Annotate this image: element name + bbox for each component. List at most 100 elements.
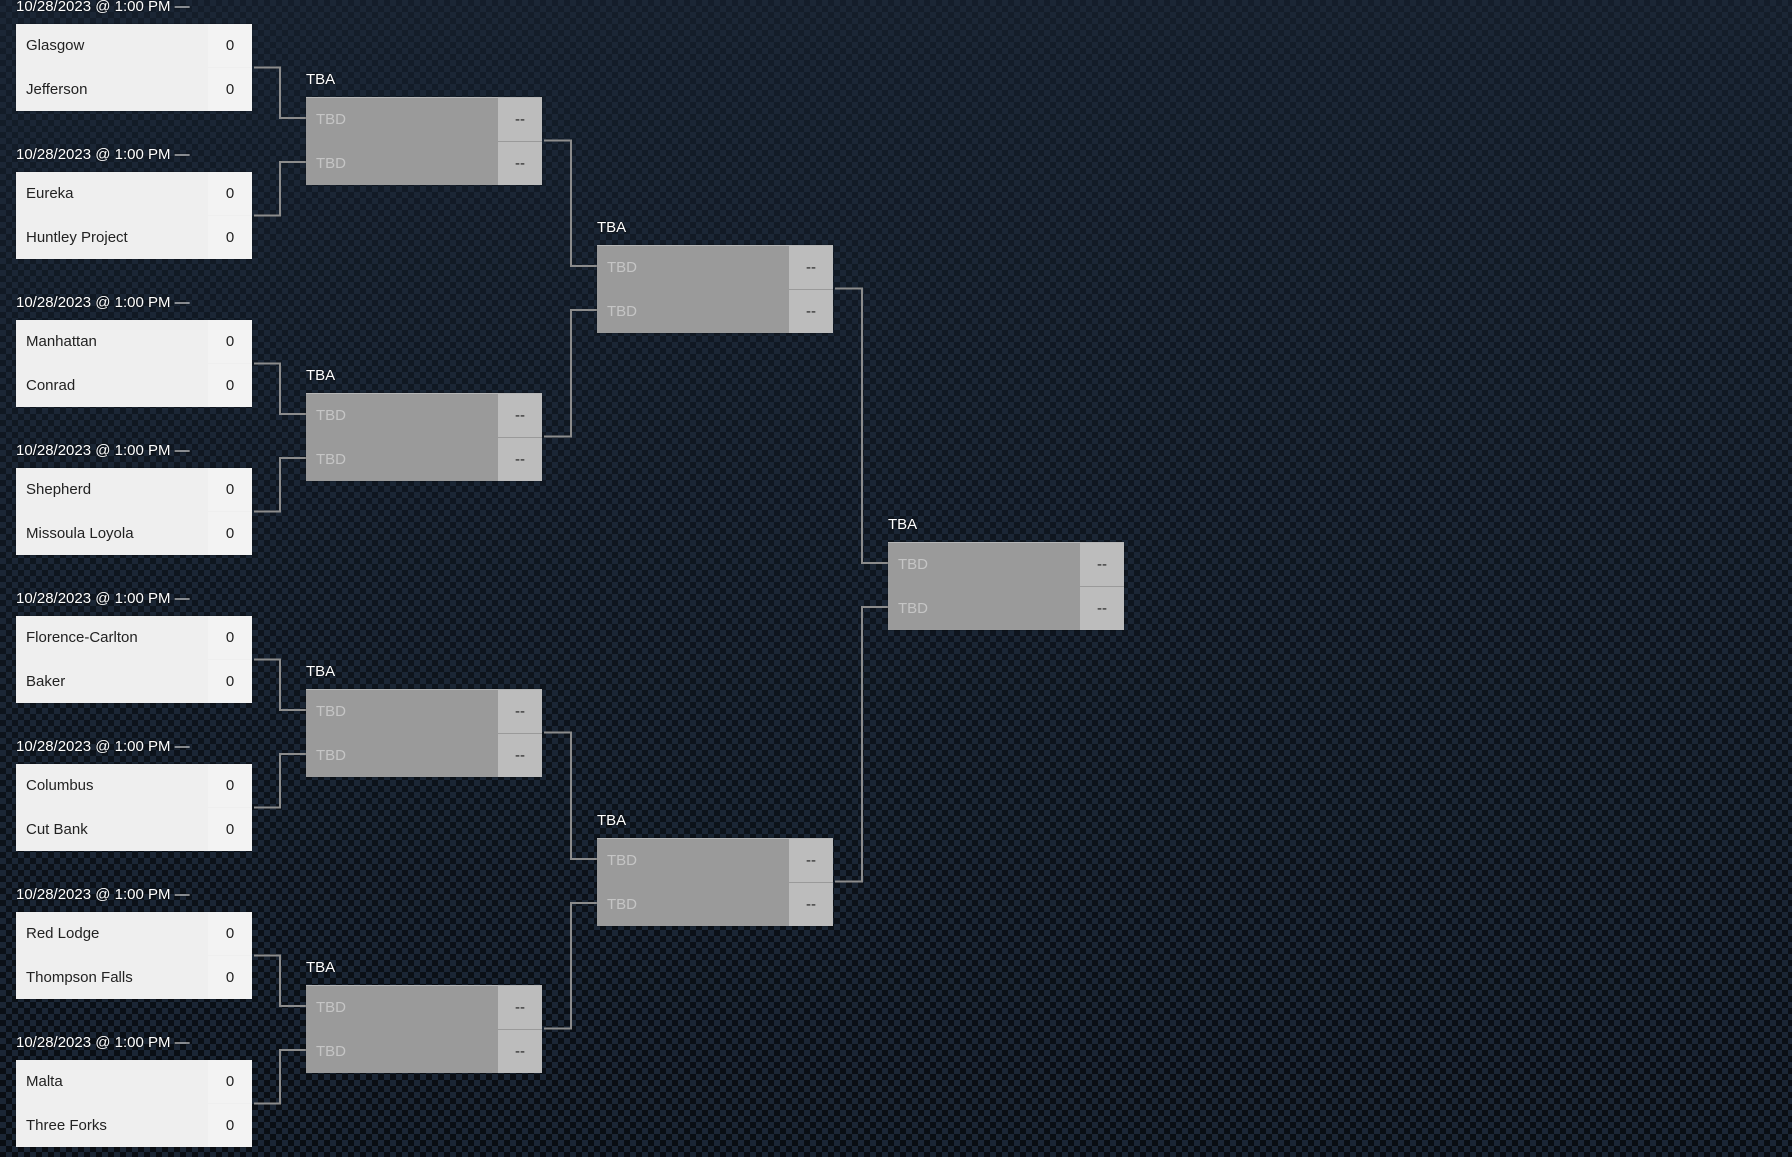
team-name: Glasgow bbox=[26, 37, 85, 54]
team-row[interactable]: TBD -- bbox=[597, 246, 833, 289]
match-date-label: 10/28/2023 @ 1:00 PM — bbox=[16, 1034, 190, 1051]
team-row[interactable]: TBD -- bbox=[306, 438, 542, 481]
match-box[interactable]: Eureka 0 Huntley Project 0 bbox=[16, 172, 252, 259]
team-row[interactable]: TBD -- bbox=[597, 839, 833, 882]
match-time-label: TBA bbox=[597, 219, 627, 236]
match-box[interactable]: Malta 0 Three Forks 0 bbox=[16, 1060, 252, 1147]
connector-line bbox=[254, 1049, 306, 1105]
connector-line bbox=[254, 362, 306, 415]
match-time-label: TBA bbox=[306, 959, 336, 976]
team-name: Red Lodge bbox=[26, 925, 100, 942]
team-score: 0 bbox=[208, 616, 252, 659]
team-row[interactable]: Jefferson 0 bbox=[16, 68, 252, 111]
match-date-label: 10/28/2023 @ 1:00 PM — bbox=[16, 294, 190, 311]
team-row[interactable]: Florence-Carlton 0 bbox=[16, 616, 252, 659]
match-box[interactable]: TBD -- TBD -- bbox=[597, 838, 833, 926]
team-row[interactable]: TBD -- bbox=[306, 98, 542, 141]
team-score: -- bbox=[498, 142, 542, 185]
team-row[interactable]: Cut Bank 0 bbox=[16, 808, 252, 851]
team-score: 0 bbox=[208, 364, 252, 407]
team-name: TBD bbox=[316, 111, 346, 128]
connector-line bbox=[254, 457, 306, 513]
team-row[interactable]: Malta 0 bbox=[16, 1060, 252, 1103]
connector-line bbox=[254, 753, 306, 809]
team-row[interactable]: TBD -- bbox=[597, 290, 833, 333]
team-name: Thompson Falls bbox=[26, 969, 133, 986]
match-box[interactable]: Columbus 0 Cut Bank 0 bbox=[16, 764, 252, 851]
team-row[interactable]: TBD -- bbox=[306, 690, 542, 733]
team-row[interactable]: TBD -- bbox=[306, 1030, 542, 1073]
team-row[interactable]: TBD -- bbox=[306, 986, 542, 1029]
match-box[interactable]: Manhattan 0 Conrad 0 bbox=[16, 320, 252, 407]
match-box[interactable]: TBD -- TBD -- bbox=[306, 393, 542, 481]
team-name: Florence-Carlton bbox=[26, 629, 138, 646]
team-row[interactable]: Glasgow 0 bbox=[16, 24, 252, 67]
team-score: -- bbox=[498, 438, 542, 481]
match-box[interactable]: Glasgow 0 Jefferson 0 bbox=[16, 24, 252, 111]
team-row[interactable]: Three Forks 0 bbox=[16, 1104, 252, 1147]
match-date-label: 10/28/2023 @ 1:00 PM — bbox=[16, 442, 190, 459]
connector-line bbox=[544, 309, 597, 438]
team-name: TBD bbox=[316, 999, 346, 1016]
team-name: TBD bbox=[316, 1043, 346, 1060]
team-row[interactable]: Conrad 0 bbox=[16, 364, 252, 407]
match-box[interactable]: Florence-Carlton 0 Baker 0 bbox=[16, 616, 252, 703]
connector-line bbox=[835, 606, 888, 883]
team-score: -- bbox=[789, 246, 833, 289]
team-row[interactable]: Red Lodge 0 bbox=[16, 912, 252, 955]
match-date-label: 10/28/2023 @ 1:00 PM — bbox=[16, 738, 190, 755]
team-score: 0 bbox=[208, 764, 252, 807]
match-time-label: TBA bbox=[306, 71, 336, 88]
team-score: -- bbox=[789, 883, 833, 926]
team-row[interactable]: Baker 0 bbox=[16, 660, 252, 703]
connector-line bbox=[544, 139, 597, 267]
connector-line bbox=[254, 658, 306, 711]
match-box[interactable]: Red Lodge 0 Thompson Falls 0 bbox=[16, 912, 252, 999]
team-row[interactable]: Columbus 0 bbox=[16, 764, 252, 807]
team-row[interactable]: Eureka 0 bbox=[16, 172, 252, 215]
team-score: 0 bbox=[208, 808, 252, 851]
team-name: TBD bbox=[607, 896, 637, 913]
match-box[interactable]: TBD -- TBD -- bbox=[597, 245, 833, 333]
team-name: Baker bbox=[26, 673, 66, 690]
match-time-label: TBA bbox=[597, 812, 627, 829]
team-score: -- bbox=[498, 690, 542, 733]
team-row[interactable]: Huntley Project 0 bbox=[16, 216, 252, 259]
team-row[interactable]: Shepherd 0 bbox=[16, 468, 252, 511]
match-box[interactable]: TBD -- TBD -- bbox=[306, 985, 542, 1073]
match-date-label: 10/28/2023 @ 1:00 PM — bbox=[16, 886, 190, 903]
team-name: TBD bbox=[898, 556, 928, 573]
team-score: -- bbox=[498, 394, 542, 437]
team-row[interactable]: TBD -- bbox=[306, 394, 542, 437]
connector-line bbox=[544, 731, 597, 860]
team-row[interactable]: TBD -- bbox=[888, 543, 1124, 586]
team-row[interactable]: Missoula Loyola 0 bbox=[16, 512, 252, 555]
team-name: TBD bbox=[607, 303, 637, 320]
team-name: Columbus bbox=[26, 777, 94, 794]
team-row[interactable]: Thompson Falls 0 bbox=[16, 956, 252, 999]
team-score: -- bbox=[498, 986, 542, 1029]
team-score: 0 bbox=[208, 468, 252, 511]
team-score: -- bbox=[498, 1030, 542, 1073]
team-score: 0 bbox=[208, 660, 252, 703]
match-box[interactable]: TBD -- TBD -- bbox=[888, 542, 1124, 630]
connector-line bbox=[254, 161, 306, 217]
match-box[interactable]: TBD -- TBD -- bbox=[306, 689, 542, 777]
team-row[interactable]: TBD -- bbox=[597, 883, 833, 926]
team-score: 0 bbox=[208, 1104, 252, 1147]
match-box[interactable]: Shepherd 0 Missoula Loyola 0 bbox=[16, 468, 252, 555]
match-box[interactable]: TBD -- TBD -- bbox=[306, 97, 542, 185]
team-name: Manhattan bbox=[26, 333, 97, 350]
team-score: -- bbox=[1080, 587, 1124, 630]
team-row[interactable]: TBD -- bbox=[888, 587, 1124, 630]
team-name: TBD bbox=[316, 747, 346, 764]
team-score: 0 bbox=[208, 512, 252, 555]
team-row[interactable]: TBD -- bbox=[306, 142, 542, 185]
match-date-label: 10/28/2023 @ 1:00 PM — bbox=[16, 590, 190, 607]
connector-line bbox=[544, 902, 597, 1030]
team-name: Malta bbox=[26, 1073, 63, 1090]
team-row[interactable]: Manhattan 0 bbox=[16, 320, 252, 363]
team-row[interactable]: TBD -- bbox=[306, 734, 542, 777]
team-score: 0 bbox=[208, 956, 252, 999]
team-score: 0 bbox=[208, 24, 252, 67]
